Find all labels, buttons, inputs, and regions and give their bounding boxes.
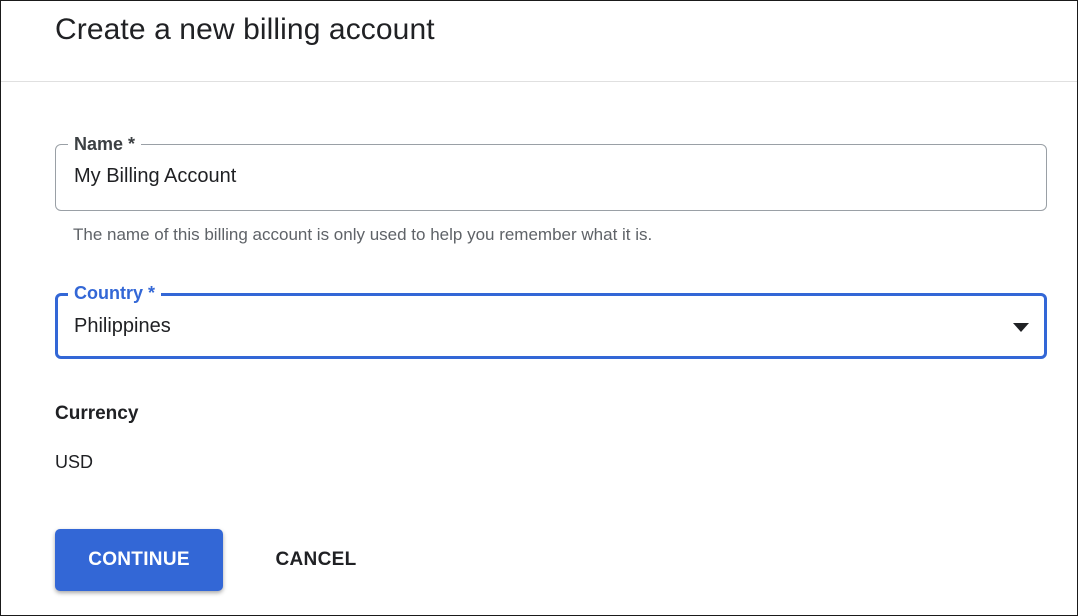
currency-label: Currency bbox=[55, 403, 139, 424]
dialog-frame: Create a new billing account Name * My B… bbox=[0, 0, 1078, 616]
cancel-button[interactable]: CANCEL bbox=[256, 529, 376, 591]
name-helper-text: The name of this billing account is only… bbox=[73, 225, 653, 244]
name-input[interactable]: My Billing Account bbox=[74, 165, 236, 188]
dialog-title: Create a new billing account bbox=[55, 13, 435, 46]
dialog-header: Create a new billing account bbox=[1, 1, 1077, 82]
country-selected-value[interactable]: Philippines bbox=[74, 315, 171, 338]
continue-button[interactable]: CONTINUE bbox=[55, 529, 223, 591]
name-field-label: Name * bbox=[68, 132, 142, 156]
currency-value: USD bbox=[55, 452, 94, 472]
country-select[interactable]: Country * Philippines bbox=[55, 281, 1047, 359]
name-field[interactable]: Name * My Billing Account bbox=[55, 132, 1047, 211]
country-field-label: Country * bbox=[68, 281, 161, 305]
dropdown-arrow-icon[interactable] bbox=[1013, 323, 1029, 332]
